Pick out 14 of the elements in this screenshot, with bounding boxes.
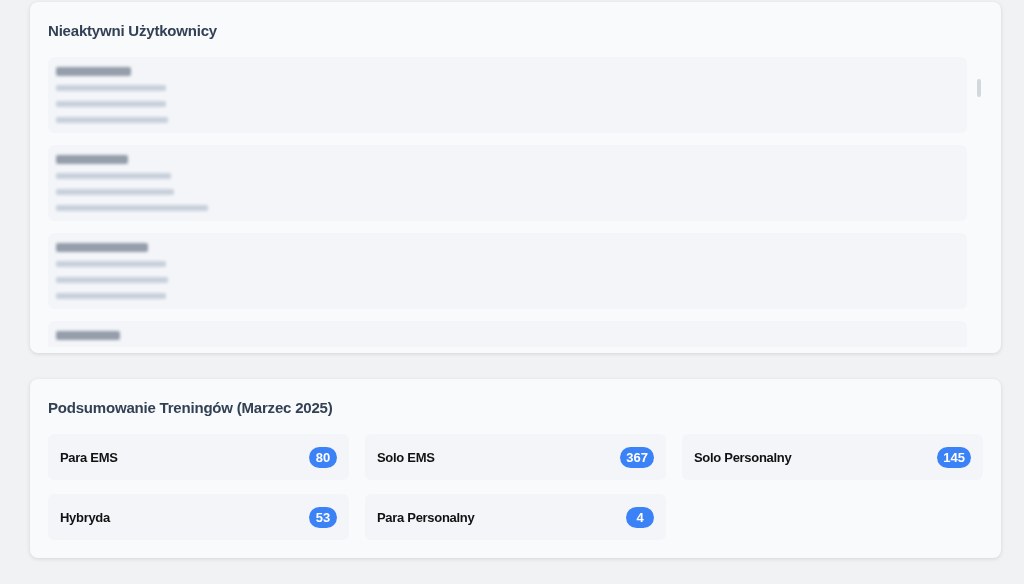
training-type-label: Para EMS bbox=[60, 449, 118, 465]
count-badge: 4 bbox=[626, 506, 654, 528]
blurred-text-drawing bbox=[56, 331, 120, 340]
scrollbar-thumb[interactable] bbox=[977, 79, 981, 97]
training-type-label: Hybryda bbox=[60, 509, 110, 525]
training-type-label: Solo EMS bbox=[377, 449, 435, 465]
count-badge: 80 bbox=[309, 446, 337, 468]
count-badge: 367 bbox=[620, 446, 654, 468]
training-type-label: Solo Personalny bbox=[694, 449, 792, 465]
card-title: Nieaktywni Użytkownicy bbox=[48, 22, 218, 39]
count-badge: 145 bbox=[937, 446, 971, 468]
count-badge: 53 bbox=[309, 506, 337, 528]
card-title: Podsumowanie Treningów (Marzec 2025) bbox=[48, 399, 334, 416]
training-type-label: Para Personalny bbox=[377, 509, 475, 525]
